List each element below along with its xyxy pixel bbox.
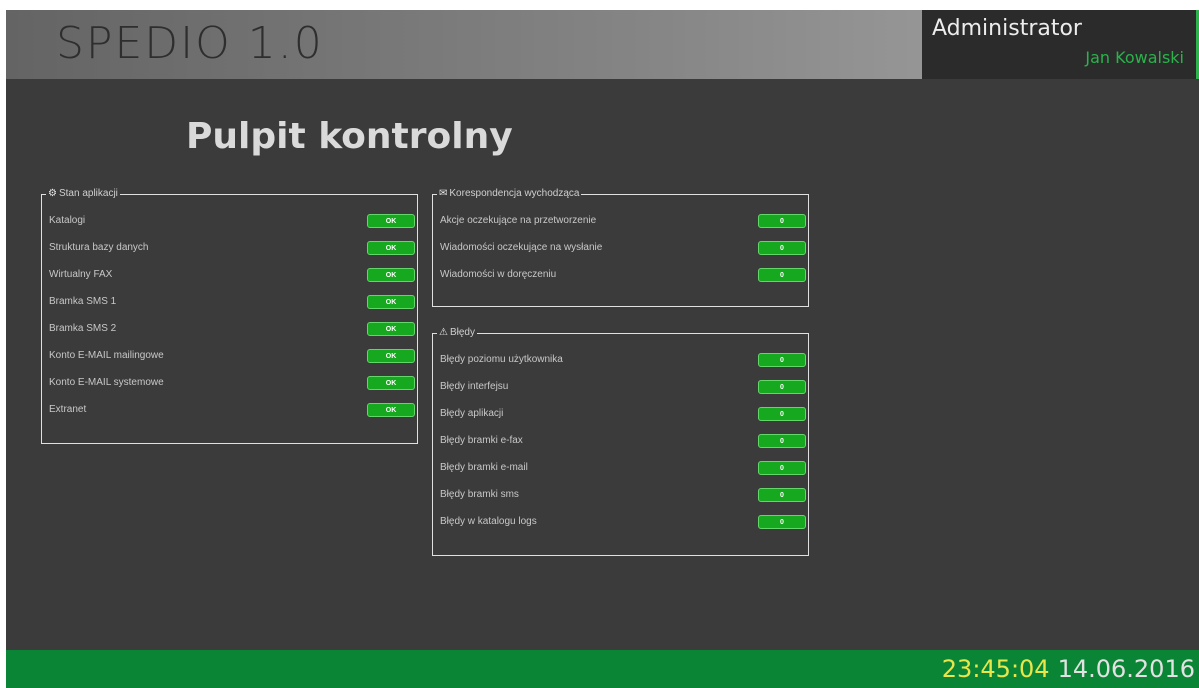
status-badge[interactable]: OK xyxy=(367,214,415,228)
status-label: Bramka SMS 1 xyxy=(49,296,117,307)
status-row: Konto E-MAIL mailingowe OK xyxy=(49,343,415,370)
status-row: Konto E-MAIL systemowe OK xyxy=(49,370,415,397)
status-badge[interactable]: OK xyxy=(367,241,415,255)
panel-app-status-legend: ⚙ Stan aplikacji xyxy=(46,188,120,200)
app-status-list: Katalogi OK Struktura bazy danych OK Wir… xyxy=(49,208,415,424)
error-label: Błędy bramki e-fax xyxy=(440,435,523,446)
error-row: Błędy bramki sms 0 xyxy=(440,482,806,509)
status-label: Struktura bazy danych xyxy=(49,242,149,253)
counter-row: Akcje oczekujące na przetworzenie 0 xyxy=(440,208,806,235)
status-badge[interactable]: OK xyxy=(367,268,415,282)
panel-outgoing-mail-legend: ✉ Korespondencja wychodząca xyxy=(437,188,581,200)
status-label: Extranet xyxy=(49,404,87,415)
status-row: Katalogi OK xyxy=(49,208,415,235)
panel-errors: ⚠ Błędy Błędy poziomu użytkownika 0 Błędy… xyxy=(432,327,809,556)
status-bar: 23:45:04 14.06.2016 xyxy=(6,650,1199,688)
outgoing-mail-list: Akcje oczekujące na przetworzenie 0 Wiad… xyxy=(440,208,806,289)
counter-row: Wiadomości w doręczeniu 0 xyxy=(440,262,806,289)
status-badge[interactable]: OK xyxy=(367,376,415,390)
page-title: Pulpit kontrolny xyxy=(186,116,513,157)
envelope-icon: ✉ xyxy=(439,188,448,199)
errors-list: Błędy poziomu użytkownika 0 Błędy interf… xyxy=(440,347,806,536)
status-badge[interactable]: OK xyxy=(367,349,415,363)
status-badge[interactable]: OK xyxy=(367,322,415,336)
header: SPEDIO 1.0 Administrator Jan Kowalski xyxy=(6,10,1199,79)
gear-icon: ⚙ xyxy=(48,188,57,199)
panel-outgoing-mail: ✉ Korespondencja wychodząca Akcje oczekuj… xyxy=(432,188,809,307)
warning-icon: ⚠ xyxy=(439,327,448,338)
error-label: Błędy aplikacji xyxy=(440,408,504,419)
status-row: Extranet OK xyxy=(49,397,415,424)
status-row: Bramka SMS 1 OK xyxy=(49,289,415,316)
user-role: Administrator xyxy=(932,16,1082,41)
status-badge[interactable]: OK xyxy=(367,403,415,417)
counter-row: Wiadomości oczekujące na wysłanie 0 xyxy=(440,235,806,262)
panel-outgoing-mail-title: Korespondencja wychodząca xyxy=(449,188,580,199)
panel-errors-legend: ⚠ Błędy xyxy=(437,327,477,339)
user-box[interactable]: Administrator Jan Kowalski xyxy=(922,10,1199,79)
error-row: Błędy interfejsu 0 xyxy=(440,374,806,401)
error-row: Błędy w katalogu logs 0 xyxy=(440,509,806,536)
error-row: Błędy poziomu użytkownika 0 xyxy=(440,347,806,374)
error-count-badge[interactable]: 0 xyxy=(758,407,806,421)
status-badge[interactable]: OK xyxy=(367,295,415,309)
error-count-badge[interactable]: 0 xyxy=(758,353,806,367)
panel-errors-title: Błędy xyxy=(449,327,475,338)
clock-time: 23:45:04 xyxy=(941,655,1050,683)
status-label: Bramka SMS 2 xyxy=(49,323,117,334)
counter-label: Wiadomości oczekujące na wysłanie xyxy=(440,242,603,253)
status-row: Struktura bazy danych OK xyxy=(49,235,415,262)
error-label: Błędy poziomu użytkownika xyxy=(440,354,563,365)
app-frame: SPEDIO 1.0 Administrator Jan Kowalski Pu… xyxy=(6,10,1199,688)
panel-app-status-title: Stan aplikacji xyxy=(58,188,118,199)
status-label: Wirtualny FAX xyxy=(49,269,113,280)
error-row: Błędy aplikacji 0 xyxy=(440,401,806,428)
error-count-badge[interactable]: 0 xyxy=(758,461,806,475)
app-logo: SPEDIO 1.0 xyxy=(56,18,324,69)
status-row: Wirtualny FAX OK xyxy=(49,262,415,289)
counter-label: Akcje oczekujące na przetworzenie xyxy=(440,215,597,226)
error-label: Błędy bramki e-mail xyxy=(440,462,528,473)
clock: 23:45:04 14.06.2016 xyxy=(942,655,1195,683)
error-row: Błędy bramki e-mail 0 xyxy=(440,455,806,482)
error-label: Błędy bramki sms xyxy=(440,489,519,500)
error-row: Błędy bramki e-fax 0 xyxy=(440,428,806,455)
user-name: Jan Kowalski xyxy=(1085,48,1184,67)
error-count-badge[interactable]: 0 xyxy=(758,380,806,394)
clock-date: 14.06.2016 xyxy=(1057,655,1195,683)
status-label: Konto E-MAIL systemowe xyxy=(49,377,164,388)
error-count-badge[interactable]: 0 xyxy=(758,434,806,448)
counter-badge[interactable]: 0 xyxy=(758,268,806,282)
status-row: Bramka SMS 2 OK xyxy=(49,316,415,343)
counter-badge[interactable]: 0 xyxy=(758,241,806,255)
panel-app-status: ⚙ Stan aplikacji Katalogi OK Struktura ba… xyxy=(41,188,418,444)
counter-badge[interactable]: 0 xyxy=(758,214,806,228)
counter-label: Wiadomości w doręczeniu xyxy=(440,269,557,280)
error-count-badge[interactable]: 0 xyxy=(758,488,806,502)
error-label: Błędy w katalogu logs xyxy=(440,516,537,527)
status-label: Katalogi xyxy=(49,215,86,226)
error-label: Błędy interfejsu xyxy=(440,381,509,392)
status-label: Konto E-MAIL mailingowe xyxy=(49,350,164,361)
error-count-badge[interactable]: 0 xyxy=(758,515,806,529)
